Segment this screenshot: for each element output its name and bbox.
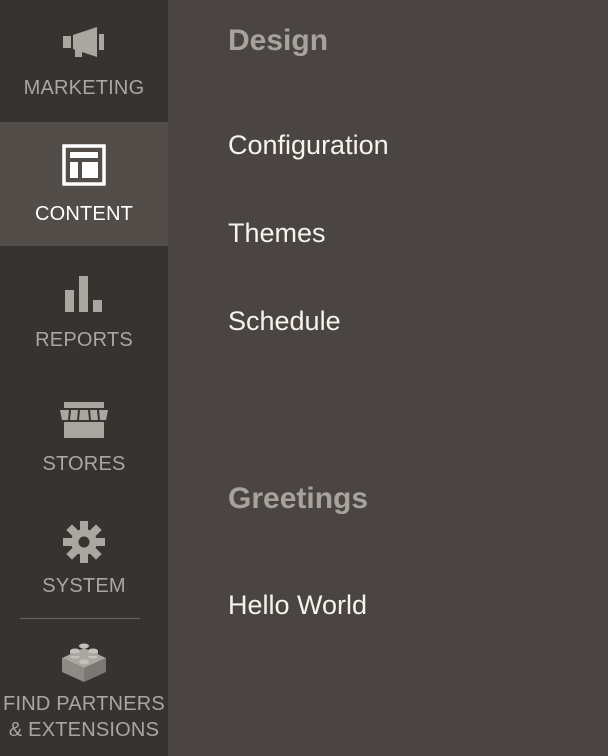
section-title-greetings: Greetings <box>228 482 369 515</box>
sidebar-item-marketing[interactable]: MARKETING <box>0 0 168 122</box>
sidebar-item-label: SYSTEM <box>42 575 126 597</box>
menu-link-schedule[interactable]: Schedule <box>228 306 341 337</box>
megaphone-icon <box>61 26 107 63</box>
sidebar: MARKETING CONTENT REPORTS STORES SYSTEM … <box>0 0 168 756</box>
gear-icon <box>62 520 106 569</box>
store-icon <box>58 400 110 445</box>
sidebar-item-label-line1: FIND PARTNERS <box>3 693 165 715</box>
sidebar-item-reports[interactable]: REPORTS <box>0 246 168 370</box>
menu-link-configuration[interactable]: Configuration <box>228 130 389 161</box>
layout-icon <box>62 144 106 191</box>
sidebar-item-label: CONTENT <box>34 203 134 225</box>
sidebar-item-label: MARKETING <box>23 77 145 99</box>
section-title-design: Design <box>228 24 329 57</box>
menu-link-themes[interactable]: Themes <box>228 218 326 249</box>
sidebar-item-label: STORES <box>42 453 126 475</box>
sidebar-item-system[interactable]: SYSTEM <box>0 494 168 618</box>
sidebar-item-content[interactable]: CONTENT <box>0 122 168 246</box>
sidebar-item-label: REPORTS <box>35 329 133 351</box>
admin-menu-frame: MARKETING CONTENT REPORTS STORES SYSTEM … <box>0 0 608 756</box>
sidebar-item-label-line2: & EXTENSIONS <box>8 719 160 741</box>
sidebar-item-find-partners-extensions[interactable]: FIND PARTNERS & EXTENSIONS <box>0 620 168 756</box>
lego-brick-icon <box>60 640 108 689</box>
submenu-panel: Design Configuration Themes Schedule Gre… <box>168 0 608 756</box>
sidebar-item-stores[interactable]: STORES <box>0 370 168 494</box>
sidebar-divider <box>20 618 140 619</box>
bar-chart-icon <box>63 274 105 319</box>
menu-link-hello-world[interactable]: Hello World <box>228 590 367 621</box>
